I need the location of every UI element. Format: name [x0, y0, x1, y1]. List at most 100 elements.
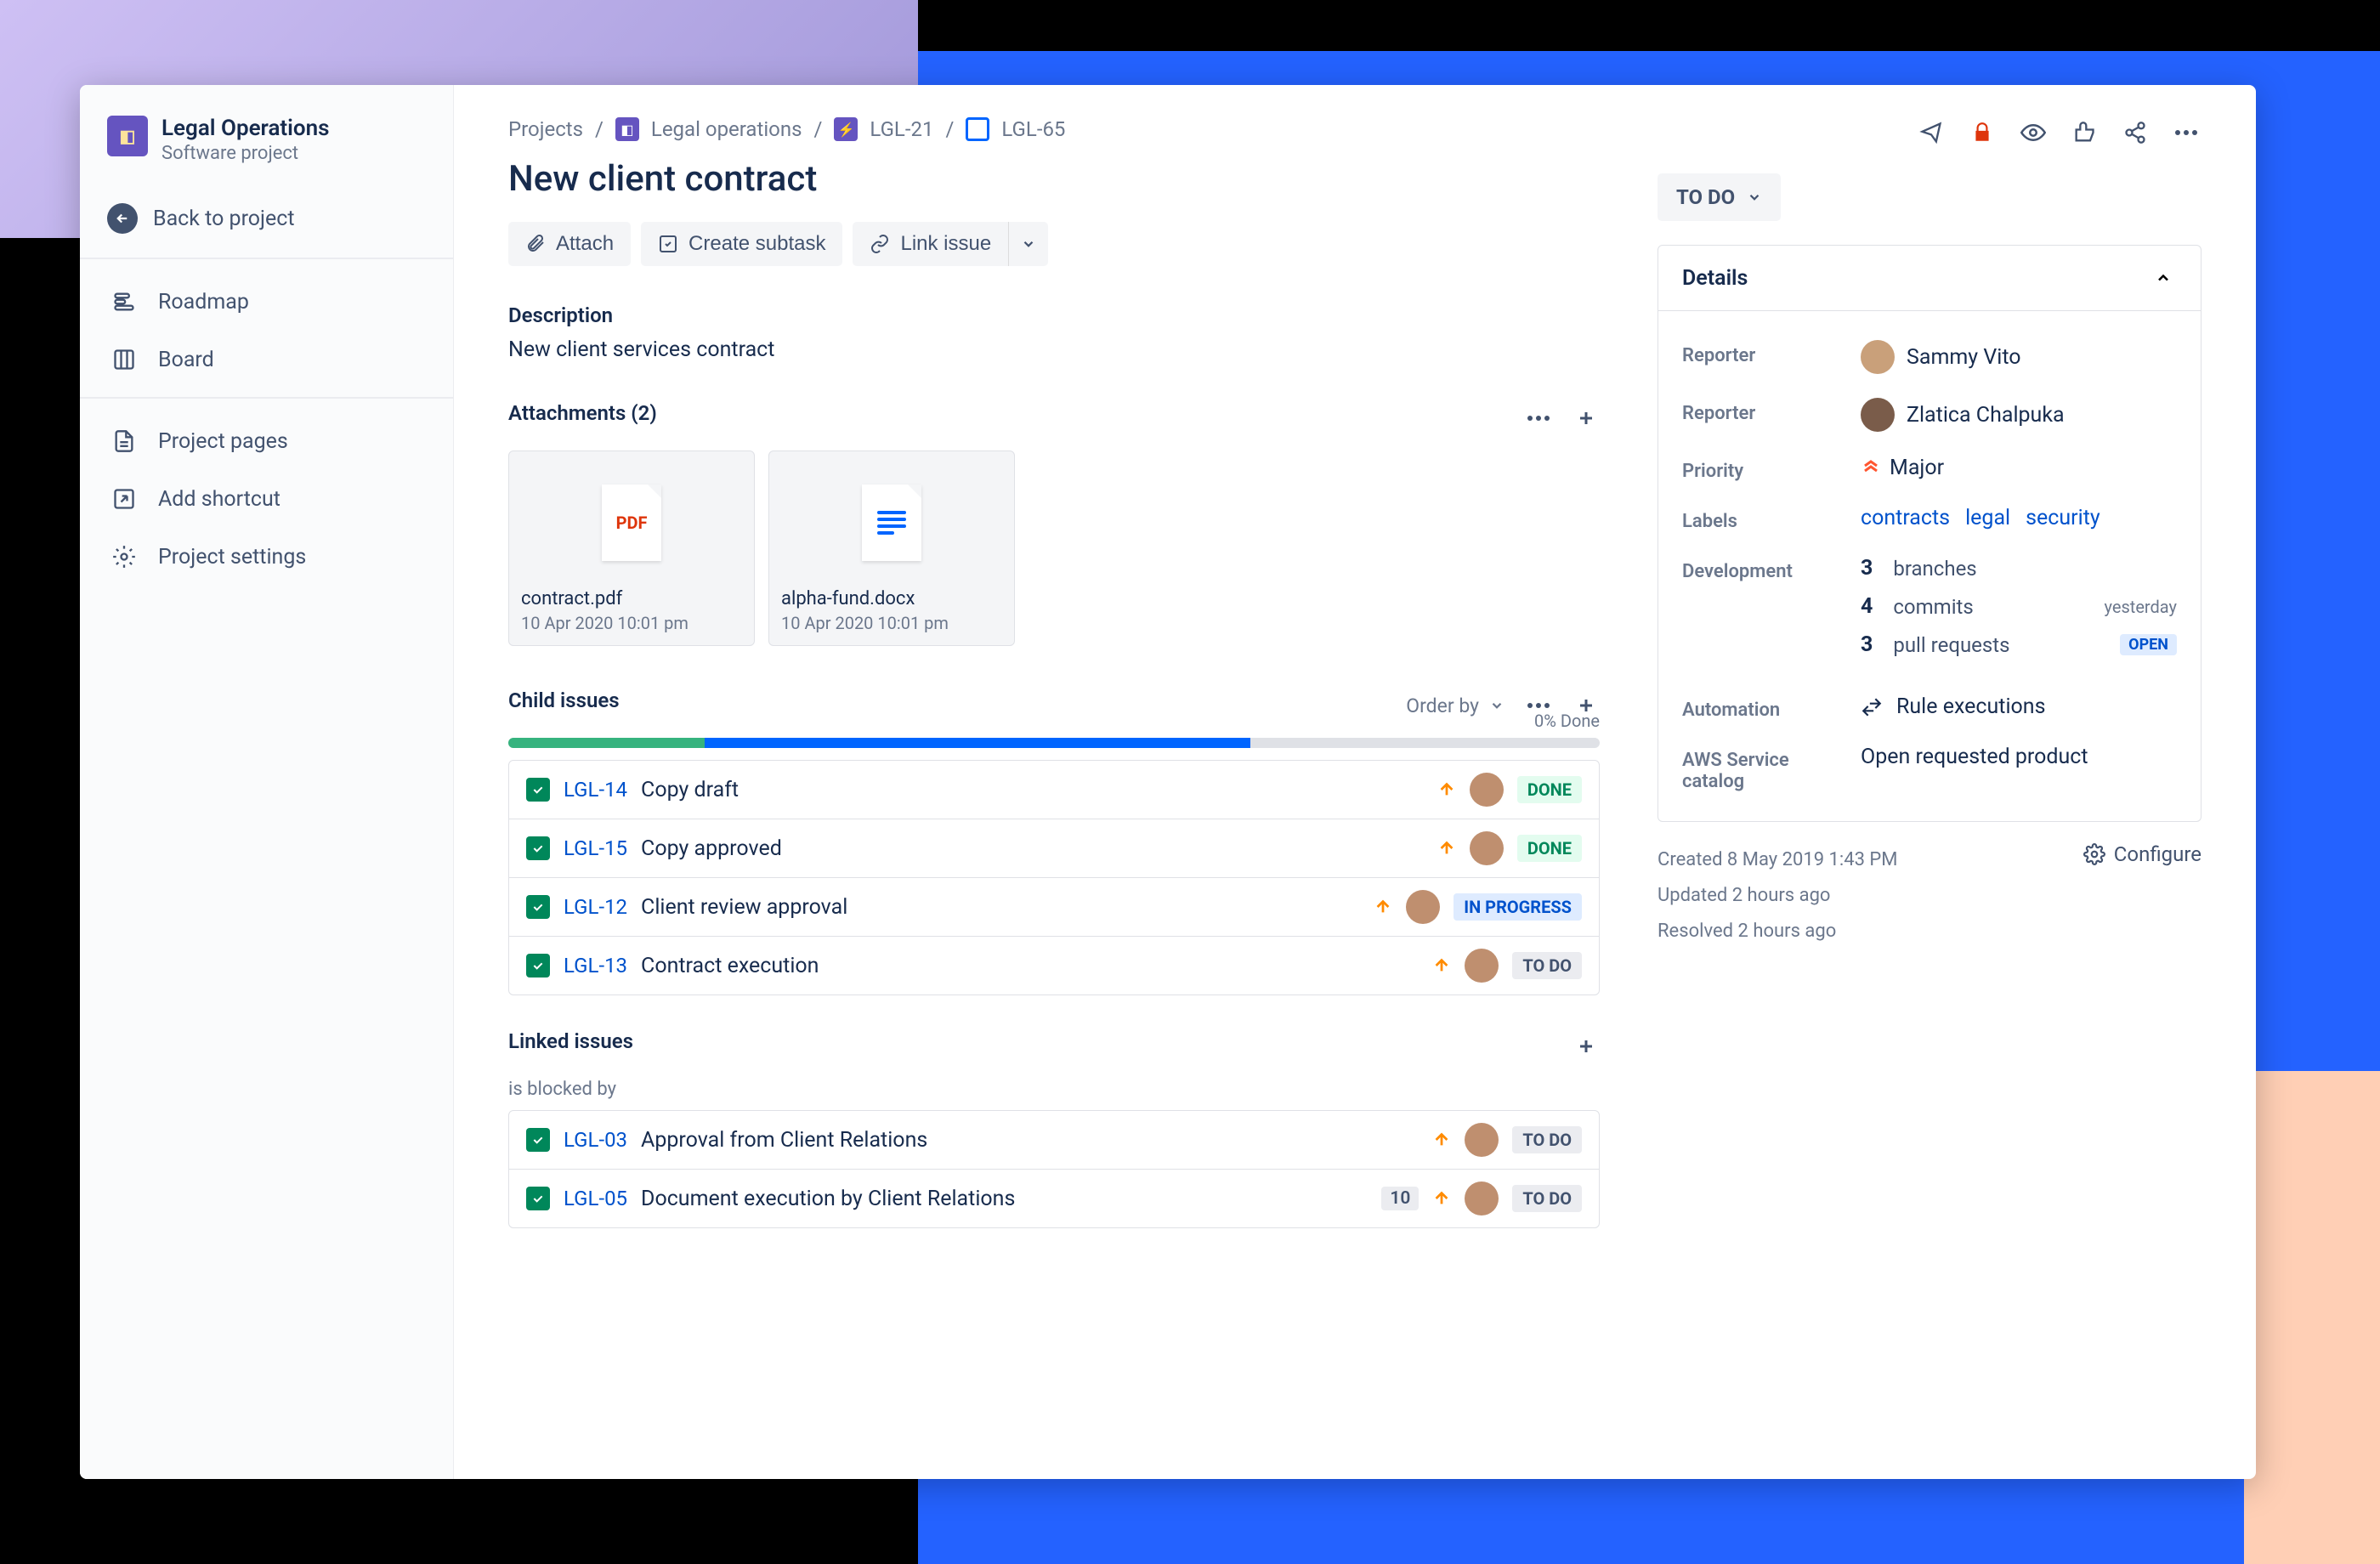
issue-metadata: Created 8 May 2019 1:43 PM Updated 2 hou… — [1658, 842, 1898, 949]
issue-type-icon — [526, 1128, 550, 1152]
more-actions-icon[interactable] — [2171, 117, 2202, 148]
link-issue-button[interactable]: Link issue — [853, 222, 1008, 266]
issue-key: LGL-12 — [564, 895, 627, 919]
avatar — [1861, 398, 1895, 432]
label-legal[interactable]: legal — [1965, 506, 2010, 530]
priority-major-icon — [1861, 458, 1881, 479]
watch-icon[interactable] — [2018, 117, 2048, 148]
reporter-value[interactable]: Sammy Vito — [1861, 340, 2177, 374]
reporter-label-2: Reporter — [1682, 398, 1844, 424]
priority-up-icon — [1432, 956, 1451, 975]
labels-value[interactable]: contracts legal security — [1861, 506, 2177, 530]
details-collapse-icon[interactable] — [2150, 264, 2177, 292]
issue-row[interactable]: LGL-13 Contract execution TO DO — [509, 937, 1599, 994]
label-contracts[interactable]: contracts — [1861, 506, 1950, 530]
issue-row-title: Client review approval — [641, 895, 1360, 920]
create-subtask-button[interactable]: Create subtask — [641, 222, 842, 266]
reporter-value-2[interactable]: Zlatica Chalpuka — [1861, 398, 2177, 432]
epic-icon: ⚡ — [834, 117, 858, 141]
issue-row[interactable]: LGL-05Document execution by Client Relat… — [509, 1170, 1599, 1227]
issue-row-title: Contract execution — [641, 954, 1419, 978]
description-text[interactable]: New client services contract — [508, 337, 1600, 362]
sidebar-item-add-shortcut[interactable]: Add shortcut — [97, 470, 436, 528]
attachment-card[interactable]: alpha-fund.docx10 Apr 2020 10:01 pm — [768, 450, 1015, 646]
dev-row[interactable]: 3pull requestsOPEN — [1861, 632, 2177, 657]
issue-key: LGL-13 — [564, 954, 627, 978]
feedback-icon[interactable] — [1916, 117, 1946, 148]
sidebar-item-project-settings[interactable]: Project settings — [97, 528, 436, 586]
project-name: Legal Operations — [162, 116, 330, 141]
development-label: Development — [1682, 556, 1844, 582]
shortcut-icon — [110, 485, 138, 513]
back-to-project[interactable]: Back to project — [97, 188, 436, 249]
issue-row[interactable]: LGL-14Copy draftDONE — [509, 761, 1599, 819]
issue-row[interactable]: LGL-15Copy approvedDONE — [509, 819, 1599, 878]
dev-row[interactable]: 4commitsyesterday — [1861, 594, 2177, 619]
attachment-name: contract.pdf — [521, 588, 742, 609]
status-badge: TO DO — [1512, 1185, 1582, 1212]
toolbar: Attach Create subtask Link issue — [508, 222, 1600, 266]
breadcrumb: Projects / ◧ Legal operations / ⚡ LGL-21… — [508, 117, 1600, 141]
attach-button[interactable]: Attach — [508, 222, 631, 266]
status-badge: TO DO — [1512, 1126, 1582, 1153]
sidebar-item-project-pages[interactable]: Project pages — [97, 412, 436, 470]
configure-button[interactable]: Configure — [2083, 842, 2202, 866]
issue-key: LGL-03 — [564, 1128, 627, 1152]
issue-row[interactable]: LGL-12Client review approvalIN PROGRESS — [509, 878, 1599, 937]
lock-icon[interactable] — [1967, 117, 1998, 148]
project-subtitle: Software project — [162, 143, 330, 164]
issue-key: LGL-15 — [564, 836, 627, 860]
divider — [80, 397, 453, 399]
issue-type-icon — [526, 1187, 550, 1210]
attachment-name: alpha-fund.docx — [781, 588, 1002, 609]
details-panel: Details Reporter Sammy Vito Reporter — [1658, 245, 2202, 822]
progress-label: 0% Done — [1534, 711, 1600, 731]
nav-label: Roadmap — [158, 290, 249, 314]
attachment-date: 10 Apr 2020 10:01 pm — [521, 613, 742, 633]
chevron-down-icon — [1489, 698, 1504, 713]
child-issues-heading: Child issues — [508, 688, 620, 712]
attachment-card[interactable]: PDFcontract.pdf10 Apr 2020 10:01 pm — [508, 450, 755, 646]
issue-row-title: Document execution by Client Relations — [641, 1187, 1368, 1211]
aws-value[interactable]: Open requested product — [1861, 745, 2177, 769]
breadcrumb-project[interactable]: Legal operations — [651, 117, 802, 141]
assignee-avatar — [1470, 831, 1504, 865]
attachments-add-icon[interactable] — [1572, 405, 1600, 432]
link-issue-dropdown[interactable] — [1008, 222, 1048, 266]
order-by-dropdown[interactable]: Order by — [1406, 694, 1504, 717]
priority-up-icon — [1432, 1189, 1451, 1208]
assignee-avatar — [1465, 1182, 1499, 1216]
status-badge: DONE — [1517, 776, 1582, 803]
breadcrumb-projects[interactable]: Projects — [508, 117, 583, 141]
automation-value[interactable]: Rule executions — [1861, 694, 2177, 719]
dev-row[interactable]: 3branches — [1861, 556, 2177, 581]
issue-type-icon — [526, 836, 550, 860]
labels-label: Labels — [1682, 506, 1844, 532]
assignee-avatar — [1465, 1123, 1499, 1157]
share-icon[interactable] — [2120, 117, 2150, 148]
sidebar-item-roadmap[interactable]: Roadmap — [97, 273, 436, 331]
chevron-down-icon — [1747, 190, 1762, 205]
status-badge: DONE — [1517, 835, 1582, 862]
issue-title[interactable]: New client contract — [508, 158, 1600, 200]
count-badge: 10 — [1381, 1187, 1419, 1210]
sidebar-item-board[interactable]: Board — [97, 331, 436, 388]
development-value: 3branches 4commitsyesterday 3pull requests… — [1861, 556, 2177, 671]
label-security[interactable]: security — [2026, 506, 2100, 530]
issue-row[interactable]: LGL-03Approval from Client RelationsTO D… — [509, 1111, 1599, 1170]
divider — [80, 258, 453, 259]
status-badge: TO DO — [1512, 952, 1582, 979]
reporter-label: Reporter — [1682, 340, 1844, 366]
breadcrumb-parent[interactable]: LGL-21 — [870, 117, 933, 141]
breadcrumb-current[interactable]: LGL-65 — [1001, 117, 1065, 141]
assignee-avatar — [1465, 949, 1499, 983]
linked-add-icon[interactable] — [1572, 1033, 1600, 1060]
status-dropdown[interactable]: TO DO — [1658, 173, 1781, 221]
attachments-more-icon[interactable] — [1525, 405, 1552, 432]
issue-type-icon — [526, 895, 550, 919]
priority-value[interactable]: Major — [1861, 456, 2177, 480]
vote-icon[interactable] — [2069, 117, 2100, 148]
priority-up-icon — [1437, 839, 1456, 858]
linked-issues-heading: Linked issues — [508, 1029, 633, 1053]
project-header: ◧ Legal Operations Software project — [97, 116, 436, 164]
